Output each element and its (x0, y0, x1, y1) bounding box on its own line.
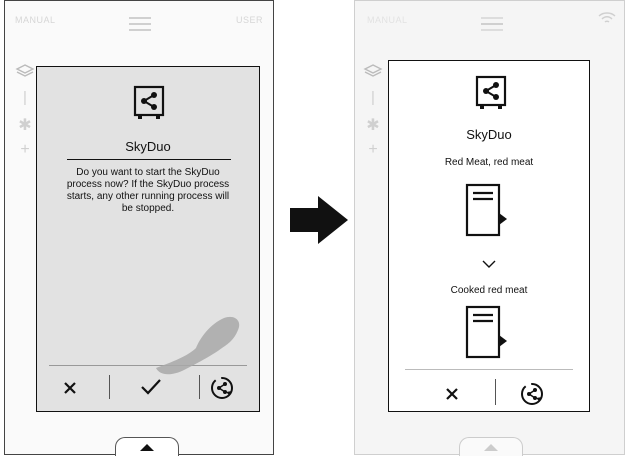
pointing-hand-icon (156, 316, 240, 375)
chevron-down-icon (482, 260, 496, 268)
chevron-up-icon (484, 444, 498, 451)
layers-icon[interactable] (11, 63, 39, 89)
source-program-label: Red Meat, red meat (444, 157, 534, 168)
share-box-icon (133, 85, 165, 119)
button-separator (199, 375, 200, 399)
button-separator (109, 375, 110, 399)
side-toolbar: | ✱ + (11, 63, 39, 167)
plus-icon[interactable]: + (11, 141, 39, 167)
close-icon[interactable] (445, 387, 459, 401)
target-program-label: Cooked red meat (450, 285, 528, 296)
menu-icon[interactable] (481, 17, 503, 31)
dialog-title: SkyDuo (125, 139, 171, 154)
chevron-up-icon (140, 444, 154, 451)
top-bar: MANUAL (355, 1, 624, 37)
top-bar: MANUAL USER (5, 1, 273, 37)
mode-label[interactable]: MANUAL (15, 15, 56, 25)
dialog-title: SkyDuo (466, 127, 512, 142)
bottom-pull-tab[interactable] (459, 437, 523, 456)
skyduo-program-dialog: SkyDuo Red Meat, red meat Cooked red mea… (388, 60, 590, 412)
mode-label[interactable]: MANUAL (367, 15, 408, 25)
button-separator (495, 379, 496, 405)
wifi-icon (598, 12, 616, 23)
temperature-icon[interactable]: | (11, 89, 39, 115)
steam-icon[interactable]: ✱ (359, 115, 387, 141)
menu-icon[interactable] (129, 17, 151, 31)
tray-flag-icon (465, 183, 507, 237)
skyduo-cycle-icon[interactable] (519, 381, 545, 407)
steam-icon[interactable]: ✱ (11, 115, 39, 141)
button-row-divider (405, 369, 573, 370)
plus-icon[interactable]: + (359, 141, 387, 167)
tray-flag-icon (465, 305, 507, 359)
title-divider (67, 159, 231, 160)
user-label[interactable]: USER (236, 15, 263, 25)
side-toolbar: | ✱ + (359, 63, 387, 167)
skyduo-cycle-icon[interactable] (209, 375, 235, 401)
temperature-icon[interactable]: | (359, 89, 387, 115)
close-icon[interactable] (63, 381, 77, 395)
check-icon[interactable] (139, 377, 163, 397)
right-arrow-icon (290, 196, 348, 244)
bottom-pull-tab[interactable] (115, 437, 179, 456)
share-box-icon (475, 75, 507, 109)
layers-icon[interactable] (359, 63, 387, 89)
dialog-message: Do you want to start the SkyDuo process … (66, 167, 230, 214)
